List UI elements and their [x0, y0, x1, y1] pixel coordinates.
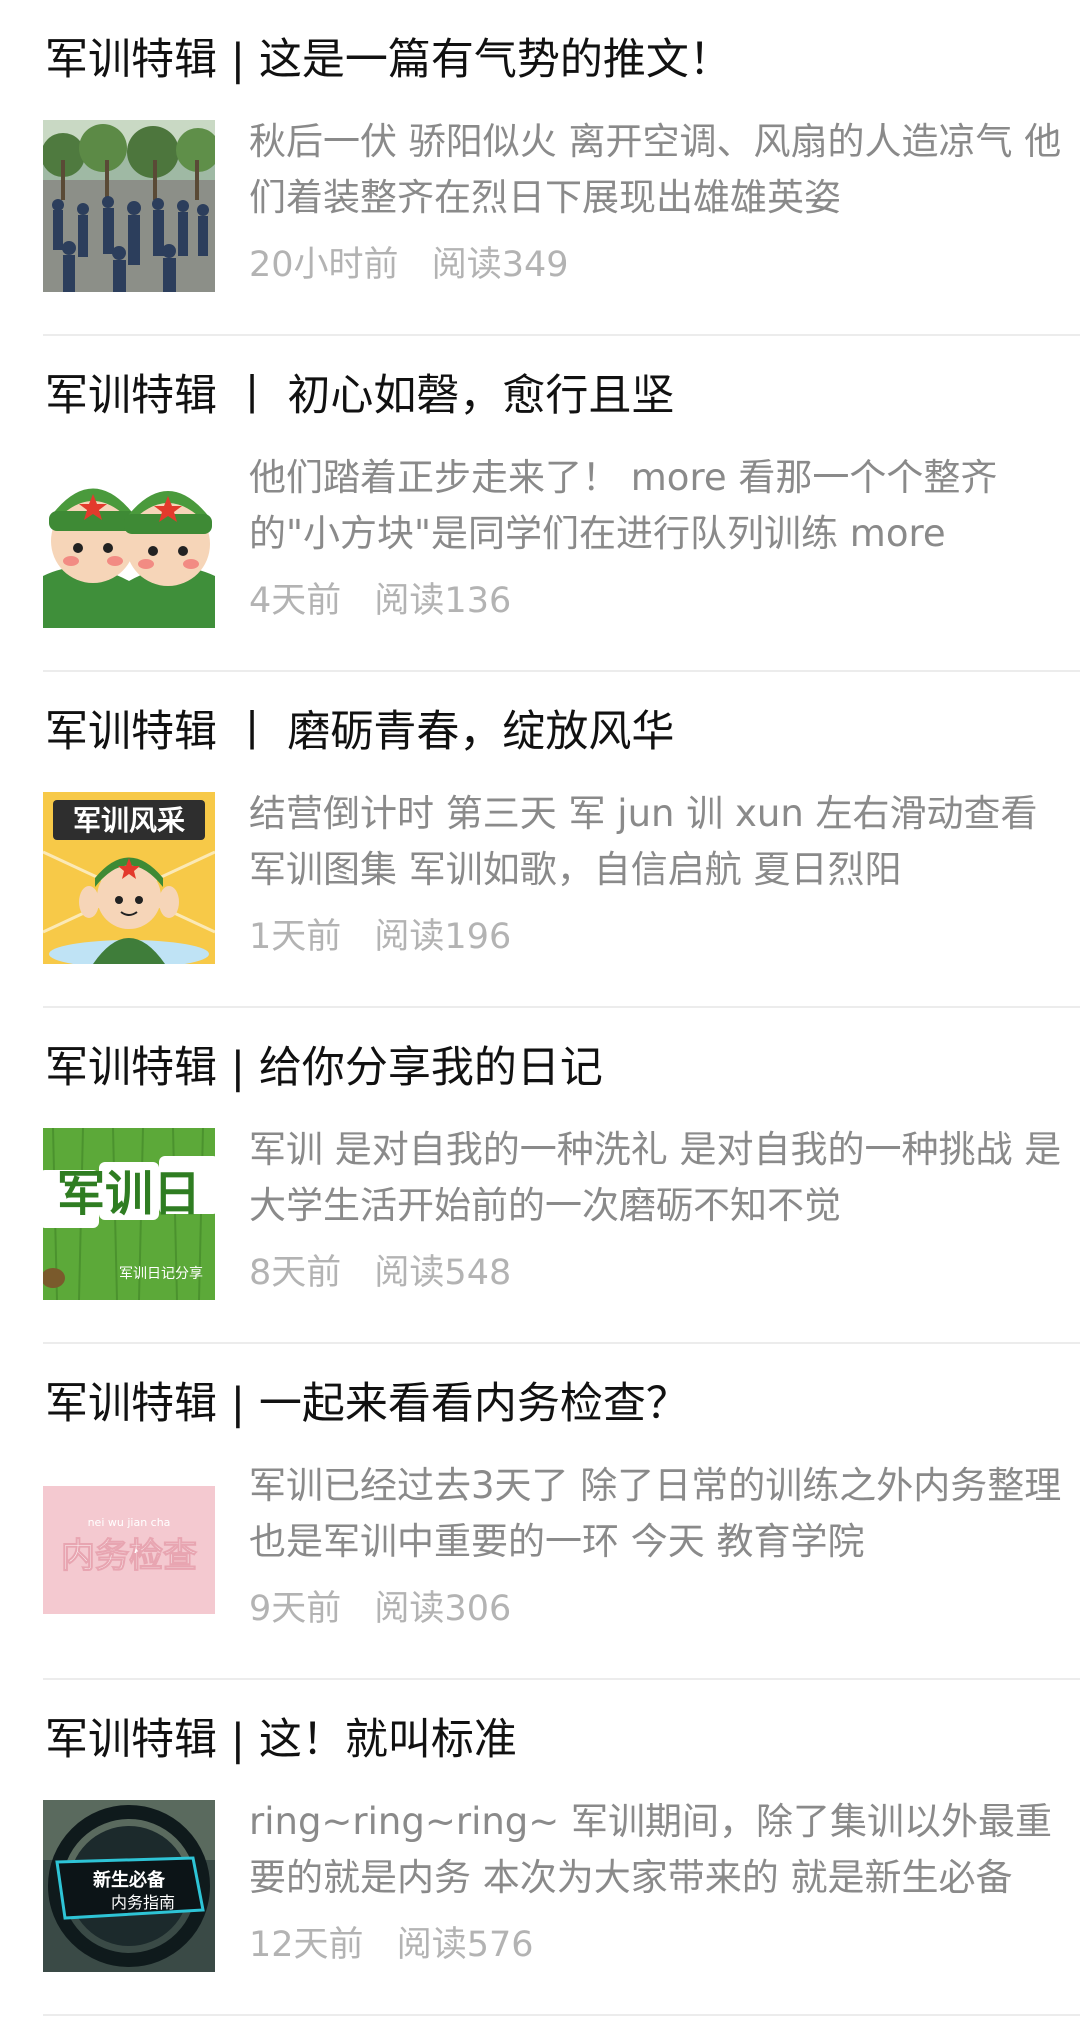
article-title[interactable]: 军训特辑 丨 磨砺青春，绽放风华 — [45, 704, 1065, 760]
article-list: 军训特辑 | 这是一篇有气势的推文！ 秋后一伏 骄阳似火 离开空调、风扇的人造凉… — [0, 0, 1080, 2016]
article-thumbnail[interactable] — [43, 120, 215, 292]
article-item[interactable]: 军训特辑 | 这是一篇有气势的推文！ 秋后一伏 骄阳似火 离开空调、风扇的人造凉… — [43, 0, 1080, 336]
thumb-subcaption: nei wu jian cha — [88, 1516, 171, 1529]
article-meta: 9天前 阅读306 — [249, 1584, 511, 1634]
publish-time: 1天前 — [249, 917, 342, 957]
thumb-subcaption: 军训日记分享 — [119, 1265, 203, 1282]
article-thumbnail[interactable]: 新生必备 内务指南 — [43, 1800, 215, 1972]
article-summary: 秋后一伏 骄阳似火 离开空调、风扇的人造凉气 他们着装整齐在烈日下展现出雄雄英姿 — [249, 120, 1062, 219]
thumb-caption: 军训日 — [57, 1166, 201, 1222]
article-thumbnail[interactable]: 军训风采 — [43, 792, 215, 964]
article-item[interactable]: 军训特辑 | 给你分享我的日记 军训日 军训日记分享 军训 是对自我的一种洗礼 … — [43, 1008, 1080, 1344]
article-item[interactable]: 军训特辑 丨 磨砺青春，绽放风华 军训风采 结营倒计时 第三天 军 jun 训 … — [43, 672, 1080, 1008]
article-title[interactable]: 军训特辑 | 给你分享我的日记 — [45, 1040, 1065, 1096]
article-title[interactable]: 军训特辑 | 这是一篇有气势的推文！ — [45, 32, 1065, 88]
article-title[interactable]: 军训特辑 | 一起来看看内务检查？ — [45, 1376, 1065, 1432]
article-meta: 12天前 阅读576 — [249, 1920, 534, 1970]
publish-time: 8天前 — [249, 1253, 342, 1293]
read-count: 阅读196 — [374, 917, 512, 957]
thumb-subcaption: 内务指南 — [111, 1893, 175, 1912]
article-item[interactable]: 军训特辑 丨 初心如磬，愈行且坚 他们踏着正步走来了！ more 看那一个个整齐… — [43, 336, 1080, 672]
thumb-caption: 军训风采 — [73, 804, 185, 837]
article-summary: 军训已经过去3天了 除了日常的训练之外内务整理也是军训中重要的一环 今天 教育学… — [249, 1464, 1062, 1563]
publish-time: 20小时前 — [249, 245, 399, 285]
read-count: 阅读136 — [374, 581, 512, 621]
article-meta: 4天前 阅读136 — [249, 576, 511, 626]
article-summary: ring~ring~ring~ 军训期间，除了集训以外最重要的就是内务 本次为大… — [249, 1800, 1053, 1899]
article-summary: 结营倒计时 第三天 军 jun 训 xun 左右滑动查看军训图集 军训如歌，自信… — [249, 792, 1038, 891]
article-meta: 8天前 阅读548 — [249, 1248, 511, 1298]
cartoon-soldier-salute-icon: 军训风采 — [43, 792, 215, 964]
article-thumbnail[interactable]: 军训日 军训日记分享 — [43, 1128, 215, 1300]
article-item[interactable]: 军训特辑 | 一起来看看内务检查？ nei wu jian cha 内务检查 军… — [43, 1344, 1080, 1680]
thumb-caption: 新生必备 — [93, 1869, 166, 1891]
article-item[interactable]: 军训特辑 | 这！就叫标准 新生必备 内务指南 ring~ring~ring~ … — [43, 1680, 1080, 2016]
training-field-photo-icon — [43, 120, 215, 292]
article-thumbnail[interactable] — [43, 456, 215, 628]
publish-time: 12天前 — [249, 1925, 364, 1965]
article-meta: 20小时前 阅读349 — [249, 240, 569, 290]
dorm-inspection-icon: nei wu jian cha 内务检查 — [43, 1464, 215, 1636]
read-count: 阅读349 — [431, 245, 569, 285]
publish-time: 4天前 — [249, 581, 342, 621]
read-count: 阅读576 — [396, 1925, 534, 1965]
read-count: 阅读306 — [374, 1589, 512, 1629]
cartoon-soldiers-icon — [43, 456, 215, 628]
publish-time: 9天前 — [249, 1589, 342, 1629]
read-count: 阅读548 — [374, 1253, 512, 1293]
article-summary: 军训 是对自我的一种洗礼 是对自我的一种挑战 是大学生活开始前的一次磨砺不知不觉 — [249, 1128, 1062, 1227]
freshman-guide-icon: 新生必备 内务指南 — [43, 1800, 215, 1972]
article-title[interactable]: 军训特辑 | 这！就叫标准 — [45, 1712, 1065, 1768]
article-summary: 他们踏着正步走来了！ more 看那一个个整齐的"小方块"是同学们在进行队列训练… — [249, 456, 998, 555]
article-meta: 1天前 阅读196 — [249, 912, 511, 962]
diary-grass-icon: 军训日 军训日记分享 — [43, 1128, 215, 1300]
thumb-caption: 内务检查 — [61, 1536, 197, 1576]
article-title[interactable]: 军训特辑 丨 初心如磬，愈行且坚 — [45, 368, 1065, 424]
article-thumbnail[interactable]: nei wu jian cha 内务检查 — [43, 1464, 215, 1636]
